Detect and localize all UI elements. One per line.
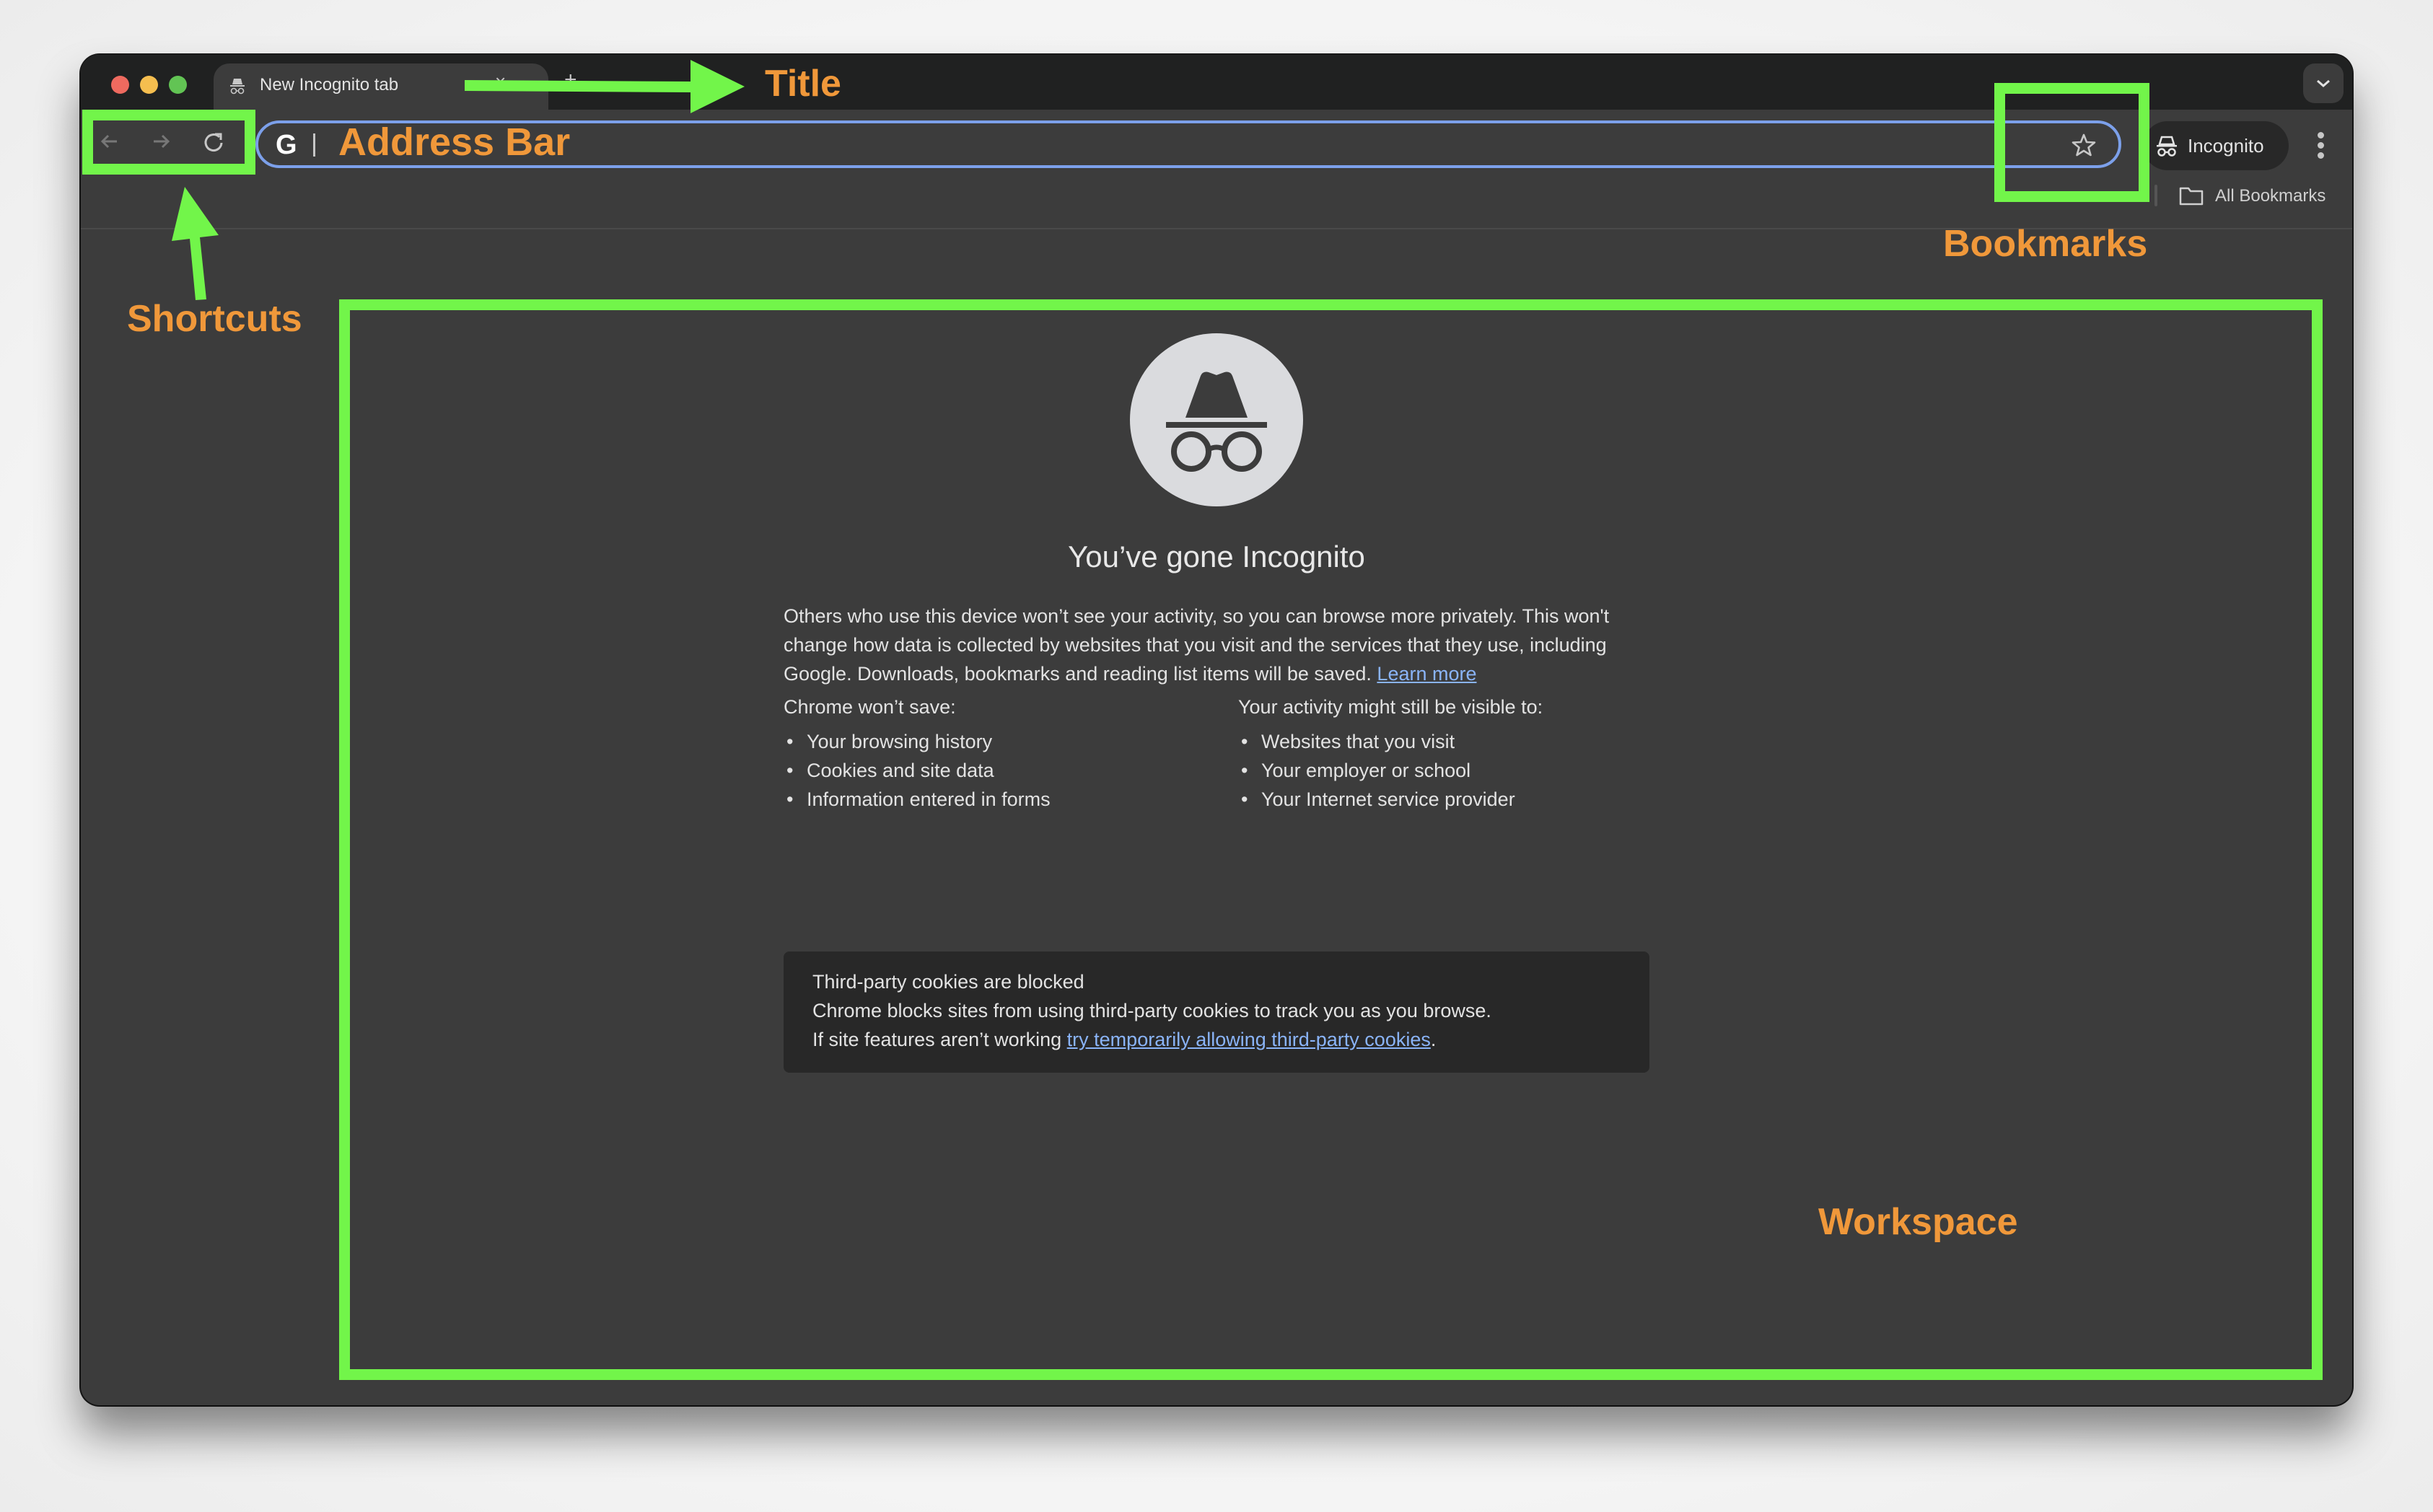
shortcuts-arrow-icon <box>172 187 219 300</box>
bookmarks-annotation-label: Bookmarks <box>1943 223 2148 265</box>
address-bar-annotation-label: Address Bar <box>338 120 571 164</box>
workspace-annotation-label: Workspace <box>1818 1201 2018 1243</box>
shortcuts-annotation-label: Shortcuts <box>127 298 302 340</box>
title-arrow-icon <box>465 60 745 113</box>
title-annotation-label: Title <box>765 63 841 105</box>
